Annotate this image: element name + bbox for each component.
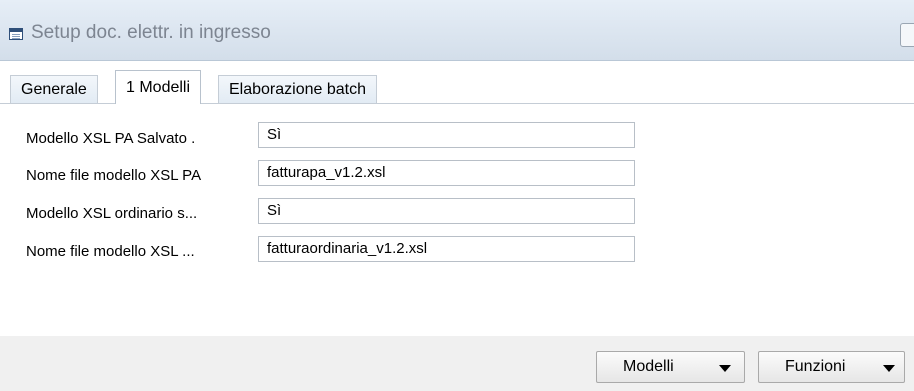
modello-xsl-pa-salvato-field[interactable]: Sì [258,122,635,148]
chevron-down-icon [719,365,731,372]
field-label-nome-file-modello-xsl-ordinario: Nome file modello XSL ... [26,243,195,260]
field-label-modello-xsl-ordinario: Modello XSL ordinario s... [26,205,198,222]
modello-xsl-ordinario-field[interactable]: Sì [258,198,635,224]
nome-file-modello-xsl-ordinario-field[interactable]: fatturaordinaria_v1.2.xsl [258,236,635,262]
chevron-down-icon [883,365,895,372]
tab-generale[interactable]: Generale [10,75,98,103]
field-label-nome-file-modello-xsl-pa: Nome file modello XSL PA [26,167,202,184]
funzioni-button-label: Funzioni [785,358,846,375]
field-label-modello-xsl-pa-salvato: Modello XSL PA Salvato . [26,130,196,147]
window-title: Setup doc. elettr. in ingresso [31,22,271,43]
nome-file-modello-xsl-pa-field[interactable]: fatturapa_v1.2.xsl [258,160,635,186]
modelli-button[interactable]: Modelli [596,351,745,383]
tab-elaborazione-batch[interactable]: Elaborazione batch [218,75,377,103]
window-control-button[interactable] [900,23,914,47]
funzioni-button[interactable]: Funzioni [758,351,905,383]
tab-modelli[interactable]: 1 Modelli [115,70,202,104]
modelli-button-label: Modelli [623,358,674,375]
form-icon [9,28,23,40]
window-titlebar: Setup doc. elettr. in ingresso [0,0,914,61]
